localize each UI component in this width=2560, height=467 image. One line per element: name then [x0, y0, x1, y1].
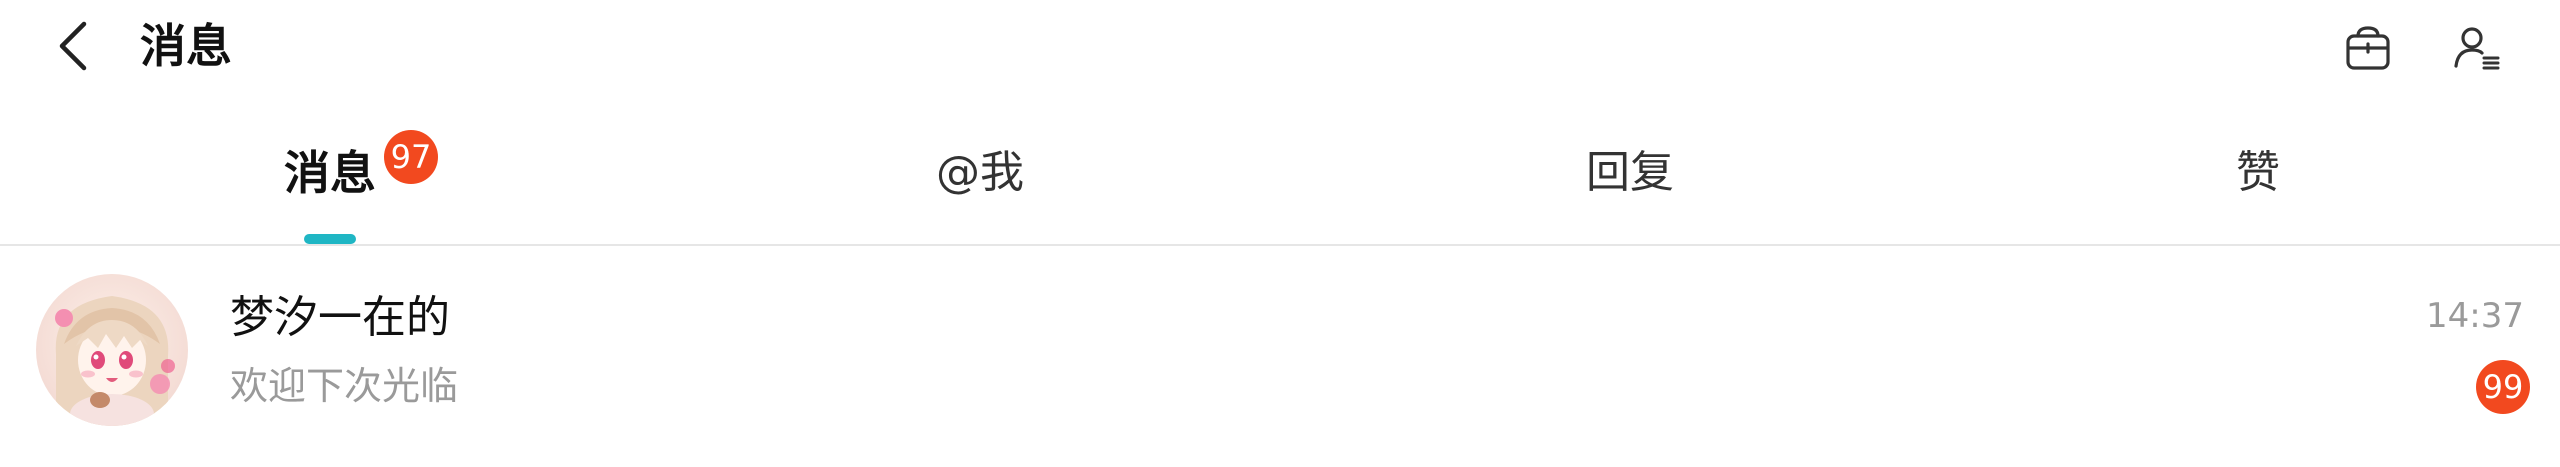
back-button[interactable]: [44, 16, 104, 76]
unread-count-badge: 99: [2476, 360, 2530, 414]
shop-button[interactable]: [2334, 14, 2402, 82]
tab-bar: 消息 97 @我 回复 赞: [0, 120, 2560, 244]
conversation-item[interactable]: 梦汐一在的 欢迎下次光临 14:37 99: [0, 246, 2560, 446]
contacts-button[interactable]: [2444, 14, 2512, 82]
contacts-list-icon: [2454, 27, 2500, 70]
avatar-image: [36, 274, 188, 426]
unread-badge: 97: [384, 130, 438, 184]
avatar[interactable]: [36, 274, 188, 426]
messages-screen: 消息 消息 97 @我 回复 赞 梦汐一在的 欢迎下次光临 14:37 99: [0, 0, 2560, 467]
shop-basket-icon: [2346, 26, 2390, 70]
conversation-preview: 欢迎下次光临: [230, 364, 459, 408]
tab-label: @我: [936, 147, 1024, 198]
tab-label: 赞: [2236, 147, 2280, 198]
conversation-name: 梦汐一在的: [230, 292, 450, 343]
tab-label: 回复: [1586, 147, 1674, 198]
tab-likes[interactable]: 赞: [2178, 142, 2338, 242]
tab-mentions[interactable]: @我: [900, 142, 1060, 242]
active-tab-indicator: [304, 234, 356, 244]
top-bar: 消息: [0, 0, 2560, 96]
tab-messages[interactable]: 消息 97: [250, 130, 438, 244]
chevron-left-icon: [59, 21, 87, 71]
page-title: 消息: [140, 19, 232, 73]
tab-replies[interactable]: 回复: [1550, 142, 1710, 242]
conversation-time: 14:37: [2426, 296, 2524, 336]
